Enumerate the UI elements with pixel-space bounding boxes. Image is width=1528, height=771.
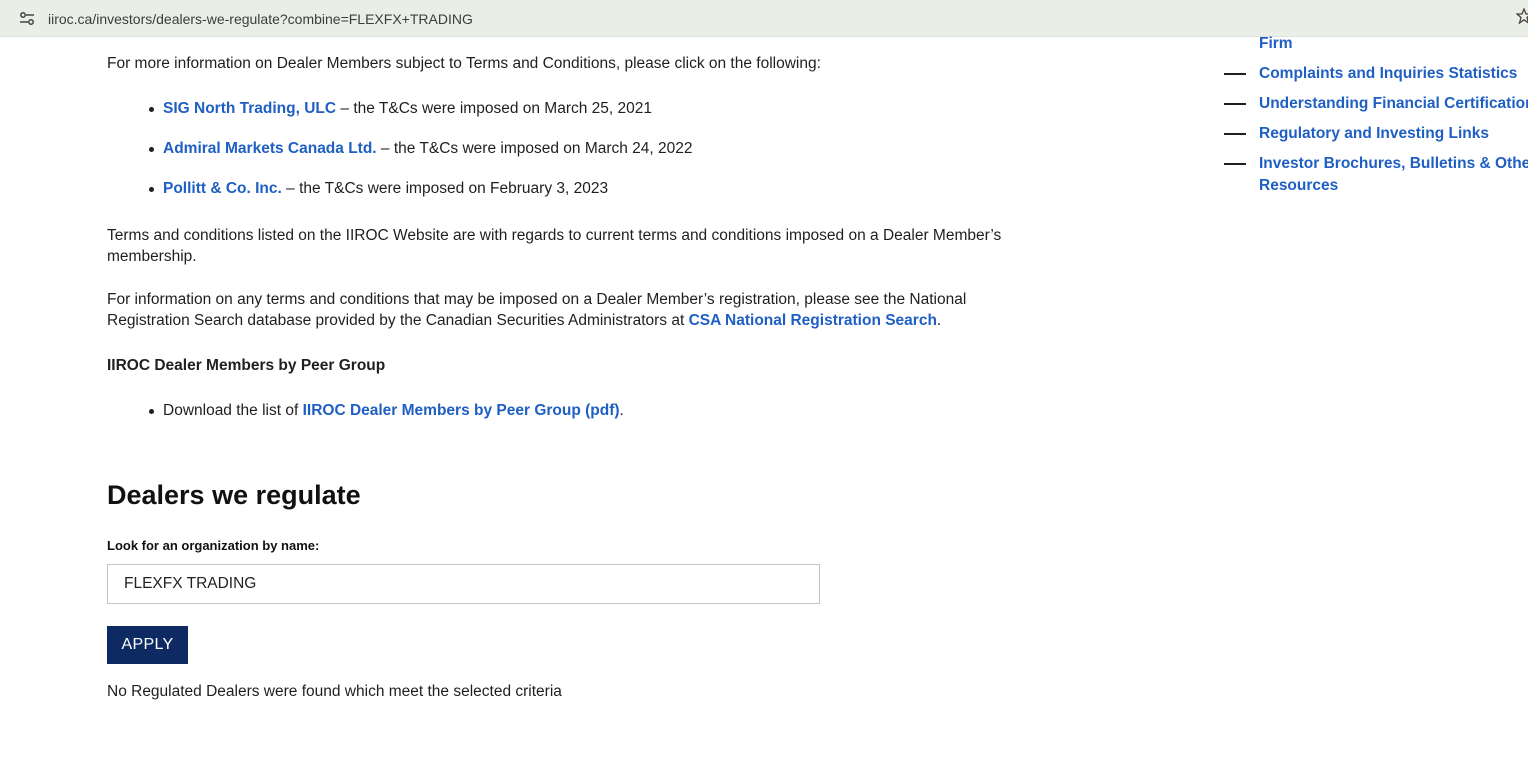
list-item: SIG North Trading, ULC – the T&Cs were i…	[107, 98, 693, 138]
terms-note: Terms and conditions listed on the IIROC…	[107, 227, 1002, 265]
tc-list: SIG North Trading, ULC – the T&Cs were i…	[107, 98, 693, 218]
download-list: Download the list of IIROC Dealer Member…	[107, 400, 624, 421]
list-item: Download the list of IIROC Dealer Member…	[107, 400, 624, 421]
intro-text: For more information on Dealer Members s…	[107, 55, 821, 72]
sidebar-link[interactable]: Regulatory and Investing Links	[1259, 123, 1489, 145]
registration-note-end: .	[936, 312, 942, 329]
page-title: Dealers we regulate	[107, 480, 361, 510]
sidebar-link-cont[interactable]: Resources	[1259, 175, 1338, 197]
sidebar-link[interactable]: Complaints and Inquiries Statistics	[1259, 63, 1517, 85]
url-field[interactable]: iiroc.ca/investors/dealers-we-regulate?c…	[4, 2, 1524, 34]
browser-address-bar: iiroc.ca/investors/dealers-we-regulate?c…	[0, 0, 1528, 37]
dash-icon	[1224, 73, 1246, 75]
peer-group-heading: IIROC Dealer Members by Peer Group	[107, 357, 386, 374]
download-text: Download the list of	[163, 402, 303, 419]
sidebar-link[interactable]: Investor Brochures, Bulletins & Other	[1259, 153, 1528, 175]
dealer-link-admiral-markets[interactable]: Admiral Markets Canada Ltd.	[163, 140, 377, 157]
dash-icon	[1224, 103, 1246, 105]
csa-registration-link[interactable]: CSA National Registration Search	[689, 312, 937, 329]
dealer-link-pollitt[interactable]: Pollitt & Co. Inc.	[163, 180, 282, 197]
tc-date-text: – the T&Cs were imposed on March 25, 202…	[336, 100, 653, 117]
sidebar-nav: Firm Complaints and Inquiries Statistics…	[1224, 36, 1528, 236]
tc-date-text: – the T&Cs were imposed on February 3, 2…	[281, 180, 609, 197]
apply-button[interactable]: APPLY	[107, 626, 188, 664]
dash-icon	[1224, 163, 1246, 165]
peer-group-pdf-link[interactable]: IIROC Dealer Members by Peer Group (pdf)	[303, 402, 620, 419]
list-item: Admiral Markets Canada Ltd. – the T&Cs w…	[107, 138, 693, 178]
dealer-link-sig-north[interactable]: SIG North Trading, ULC	[163, 100, 336, 117]
tune-icon[interactable]	[18, 11, 36, 27]
sidebar-link[interactable]: Firm	[1259, 36, 1293, 55]
sidebar-link[interactable]: Understanding Financial Certifications	[1259, 93, 1528, 115]
dash-icon	[1224, 133, 1246, 135]
search-label: Look for an organization by name:	[107, 538, 320, 553]
registration-note: For information on any terms and conditi…	[107, 289, 1027, 331]
download-end: .	[619, 402, 624, 419]
search-input[interactable]	[107, 564, 820, 604]
star-icon[interactable]	[1516, 8, 1528, 24]
list-item: Pollitt & Co. Inc. – the T&Cs were impos…	[107, 178, 693, 218]
no-results-message: No Regulated Dealers were found which me…	[107, 683, 562, 700]
url-text[interactable]: iiroc.ca/investors/dealers-we-regulate?c…	[48, 11, 473, 27]
tc-date-text: – the T&Cs were imposed on March 24, 202…	[376, 140, 693, 157]
